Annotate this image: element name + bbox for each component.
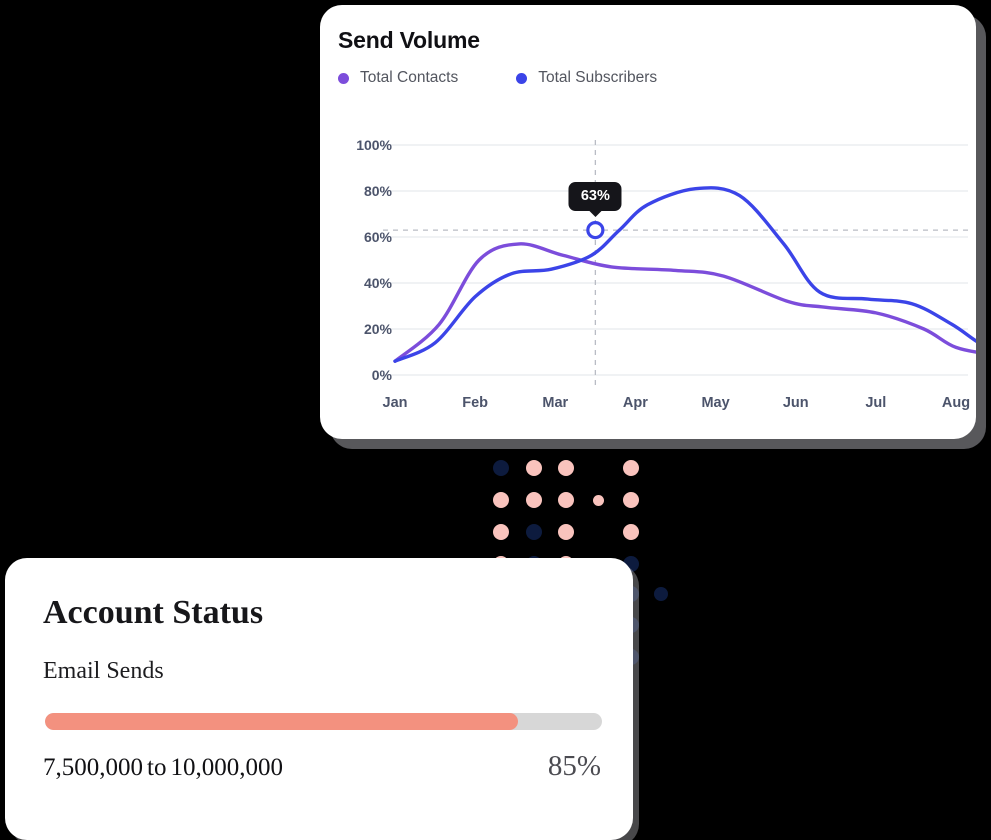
series-line-total-contacts	[393, 242, 991, 363]
decorative-dot	[493, 460, 509, 476]
decorative-dot	[593, 494, 604, 506]
series-line-total-subscribers	[393, 186, 991, 363]
send-range: 7,500,000 to 10,000,000	[43, 754, 283, 782]
decorative-dot	[493, 492, 509, 508]
page-title: Account Status	[43, 594, 264, 631]
y-axis-tick-label: 60%	[363, 229, 392, 245]
account-status-card: Account Status Email Sends 7,500,000 to 10…	[5, 558, 633, 840]
decorative-dot	[525, 460, 542, 476]
y-axis-tick-label: 80%	[363, 183, 392, 199]
x-axis-tick-label: Apr	[622, 395, 648, 411]
y-axis-tick-label: 40%	[363, 275, 392, 291]
chart-svg	[383, 140, 991, 387]
email-sends-label: Email Sends	[43, 658, 164, 684]
y-axis-tick-label: 0%	[371, 367, 392, 383]
decorative-dot	[525, 524, 542, 540]
email-sends-progress-bar	[45, 713, 602, 730]
x-axis-labels: Jan Feb Mar Apr May Jun Jul Aug	[320, 395, 976, 419]
tooltip-value: 63%	[580, 188, 610, 205]
data-point-marker	[586, 221, 605, 240]
x-axis-tick-label: Feb	[462, 395, 489, 411]
send-volume-card: Send Volume Total Contacts Total Subscri…	[320, 5, 991, 439]
chart-plot-area	[320, 5, 991, 439]
y-axis-tick-label: 100%	[356, 137, 392, 153]
range-from: 7,500,000	[43, 754, 143, 781]
decorative-dot	[623, 524, 639, 540]
x-axis-tick-label: Jul	[865, 395, 887, 411]
range-to: 10,000,000	[170, 754, 283, 781]
y-axis-labels: 100% 80% 60% 40% 20% 0%	[332, 5, 392, 439]
x-axis-tick-label: Mar	[542, 395, 569, 411]
decorative-dot	[558, 492, 574, 508]
x-axis-tick-label: Jun	[782, 395, 809, 411]
decorative-dot	[493, 524, 509, 540]
decorative-dot	[623, 460, 639, 476]
x-axis-tick-label: Jan	[382, 395, 408, 411]
decorative-dot	[525, 492, 542, 508]
range-connector: to	[147, 754, 167, 781]
chart-tooltip: 63%	[568, 182, 622, 212]
screenshot-root: Send Volume Total Contacts Total Subscri…	[0, 0, 991, 840]
decorative-dot	[558, 524, 574, 540]
progress-percent-label: 85%	[547, 750, 601, 782]
decorative-dot	[654, 587, 668, 601]
x-axis-tick-label: May	[701, 395, 730, 411]
y-axis-tick-label: 20%	[363, 321, 392, 337]
decorative-dot	[558, 460, 574, 476]
x-axis-tick-label: Aug	[941, 395, 971, 411]
progress-fill	[45, 713, 519, 730]
decorative-dot	[623, 492, 639, 508]
